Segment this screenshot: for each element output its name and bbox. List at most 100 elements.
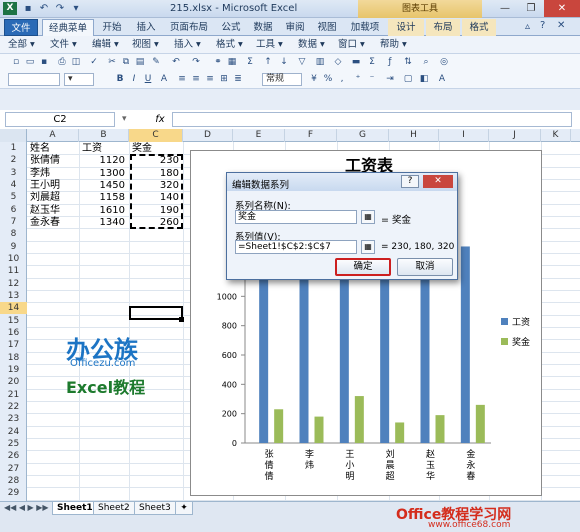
series-name-collapse-icon[interactable]: ▦ [361, 210, 375, 224]
column-header-i[interactable]: I [439, 129, 489, 142]
active-cell[interactable] [129, 306, 183, 320]
cell-b7[interactable]: 1340 [79, 217, 125, 229]
bold-icon[interactable]: B [114, 74, 126, 85]
print-icon[interactable]: ⎙ [56, 57, 68, 68]
save-toolbar-icon[interactable]: ▪ [38, 57, 50, 68]
format-painter-icon[interactable]: ✎ [150, 57, 162, 68]
row-header-23[interactable]: 23 [0, 413, 27, 425]
maximize-icon[interactable]: ❐ [518, 0, 544, 17]
font-color-icon[interactable]: A [158, 74, 170, 85]
sheet-tab-3[interactable]: Sheet3 [134, 502, 176, 515]
menu-window[interactable]: 窗口 ▾ [338, 38, 365, 52]
merge-icon[interactable]: ⊞ [218, 74, 230, 85]
insert-sheet-icon[interactable]: ✦ [175, 502, 193, 515]
fill-color-icon[interactable]: ◧ [418, 74, 430, 85]
sum-icon[interactable]: Σ [244, 57, 256, 68]
tab-page-layout[interactable]: 页面布局 [164, 19, 214, 36]
select-all-corner[interactable] [0, 129, 27, 142]
row-header-29[interactable]: 29 [0, 487, 27, 499]
excel-logo-icon[interactable]: X [3, 2, 17, 15]
menu-help[interactable]: 帮助 ▾ [380, 38, 407, 52]
cell-b1[interactable]: 工资 [82, 143, 102, 155]
row-header-20[interactable]: 20 [0, 376, 27, 388]
row-header-26[interactable]: 26 [0, 450, 27, 462]
hyperlink-icon[interactable]: ⚭ [212, 57, 224, 68]
save-icon[interactable]: ▪ [21, 2, 35, 15]
copy-icon[interactable]: ⧉ [120, 57, 132, 68]
cell-a7[interactable]: 金永春 [30, 217, 78, 229]
sigma-dropdown-icon[interactable]: Σ [366, 57, 378, 68]
find-icon[interactable]: ⌕ [420, 57, 432, 68]
help-icon[interactable]: ? [540, 20, 545, 31]
sort-asc-icon[interactable]: ↑ [262, 57, 274, 68]
row-header-3[interactable]: 3 [0, 167, 27, 179]
row-header-19[interactable]: 19 [0, 364, 27, 376]
align-center-icon[interactable]: ≡ [190, 74, 202, 85]
tab-view[interactable]: 视图 [312, 19, 342, 36]
series-values-input[interactable]: =Sheet1!$C$2:$C$7 [235, 240, 357, 254]
paste-icon[interactable]: ▤ [134, 57, 146, 68]
redo-icon[interactable]: ↷ [53, 2, 67, 15]
menu-format[interactable]: 格式 ▾ [216, 38, 243, 52]
menu-file[interactable]: 文件 ▾ [50, 38, 77, 52]
font-size-combo[interactable]: ▾ [64, 73, 94, 86]
drawing-icon[interactable]: ◇ [332, 57, 344, 68]
cell-a1[interactable]: 姓名 [30, 143, 50, 155]
cut-icon[interactable]: ✂ [106, 57, 118, 68]
row-header-7[interactable]: 7 [0, 216, 27, 228]
cell-a3[interactable]: 李炜 [30, 168, 78, 180]
underline-icon[interactable]: U [142, 74, 154, 85]
series-values-collapse-icon[interactable]: ▦ [361, 240, 375, 254]
dialog-help-button[interactable]: ? [401, 175, 419, 188]
sheet-tab-2[interactable]: Sheet2 [93, 502, 135, 515]
insert-function-button[interactable]: fx [150, 112, 170, 127]
column-header-f[interactable]: F [285, 129, 337, 142]
row-header-17[interactable]: 17 [0, 339, 27, 351]
sort-desc-icon[interactable]: ↓ [278, 57, 290, 68]
cell-a2[interactable]: 张倩倩 [30, 155, 78, 167]
column-header-d[interactable]: D [183, 129, 233, 142]
name-box[interactable]: C2 [5, 112, 115, 127]
column-header-e[interactable]: E [233, 129, 285, 142]
increase-decimal-icon[interactable]: ⁺ [352, 74, 364, 85]
column-header-j[interactable]: J [489, 129, 541, 142]
text-color-icon[interactable]: A [436, 74, 448, 85]
indent-icon[interactable]: ⇥ [384, 74, 396, 85]
sheet-nav-icon[interactable]: ◀◀ ◀ ▶ ▶▶ [4, 503, 49, 512]
cell-a6[interactable]: 赵玉华 [30, 205, 78, 217]
cancel-button[interactable]: 取消 [397, 258, 453, 276]
redo-toolbar-icon[interactable]: ↷ [190, 57, 202, 68]
tab-classic-menu[interactable]: 经典菜单 [42, 19, 94, 37]
tab-insert[interactable]: 插入 [130, 19, 162, 36]
row-header-18[interactable]: 18 [0, 352, 27, 364]
font-name-combo[interactable] [8, 73, 60, 86]
dialog-close-button[interactable]: ✕ [423, 175, 453, 188]
insert-function-icon[interactable]: ƒ [384, 57, 396, 68]
close-icon[interactable]: ✕ [544, 0, 580, 17]
tab-layout[interactable]: 布局 [426, 19, 460, 36]
column-header-h[interactable]: H [389, 129, 439, 142]
qat-dropdown-icon[interactable]: ▾ [69, 2, 83, 15]
preview-icon[interactable]: ◫ [70, 57, 82, 68]
row-header-21[interactable]: 21 [0, 389, 27, 401]
row-header-12[interactable]: 12 [0, 278, 27, 290]
cell-b4[interactable]: 1450 [79, 180, 125, 192]
column-header-b[interactable]: B [79, 129, 129, 142]
row-header-9[interactable]: 9 [0, 241, 27, 253]
new-icon[interactable]: ▫ [10, 57, 22, 68]
filter-icon[interactable]: ▽ [296, 57, 308, 68]
row-header-16[interactable]: 16 [0, 327, 27, 339]
italic-icon[interactable]: I [128, 74, 140, 85]
row-header-15[interactable]: 15 [0, 315, 27, 327]
align-left-icon[interactable]: ≡ [176, 74, 188, 85]
row-header-27[interactable]: 27 [0, 463, 27, 475]
column-header-a[interactable]: A [27, 129, 79, 142]
row-header-22[interactable]: 22 [0, 401, 27, 413]
tab-data[interactable]: 数据 [248, 19, 278, 36]
row-header-10[interactable]: 10 [0, 253, 27, 265]
fill-icon[interactable]: ▬ [350, 57, 362, 68]
row-header-5[interactable]: 5 [0, 191, 27, 203]
column-header-k[interactable]: K [541, 129, 571, 142]
row-header-28[interactable]: 28 [0, 475, 27, 487]
row-header-8[interactable]: 8 [0, 228, 27, 240]
